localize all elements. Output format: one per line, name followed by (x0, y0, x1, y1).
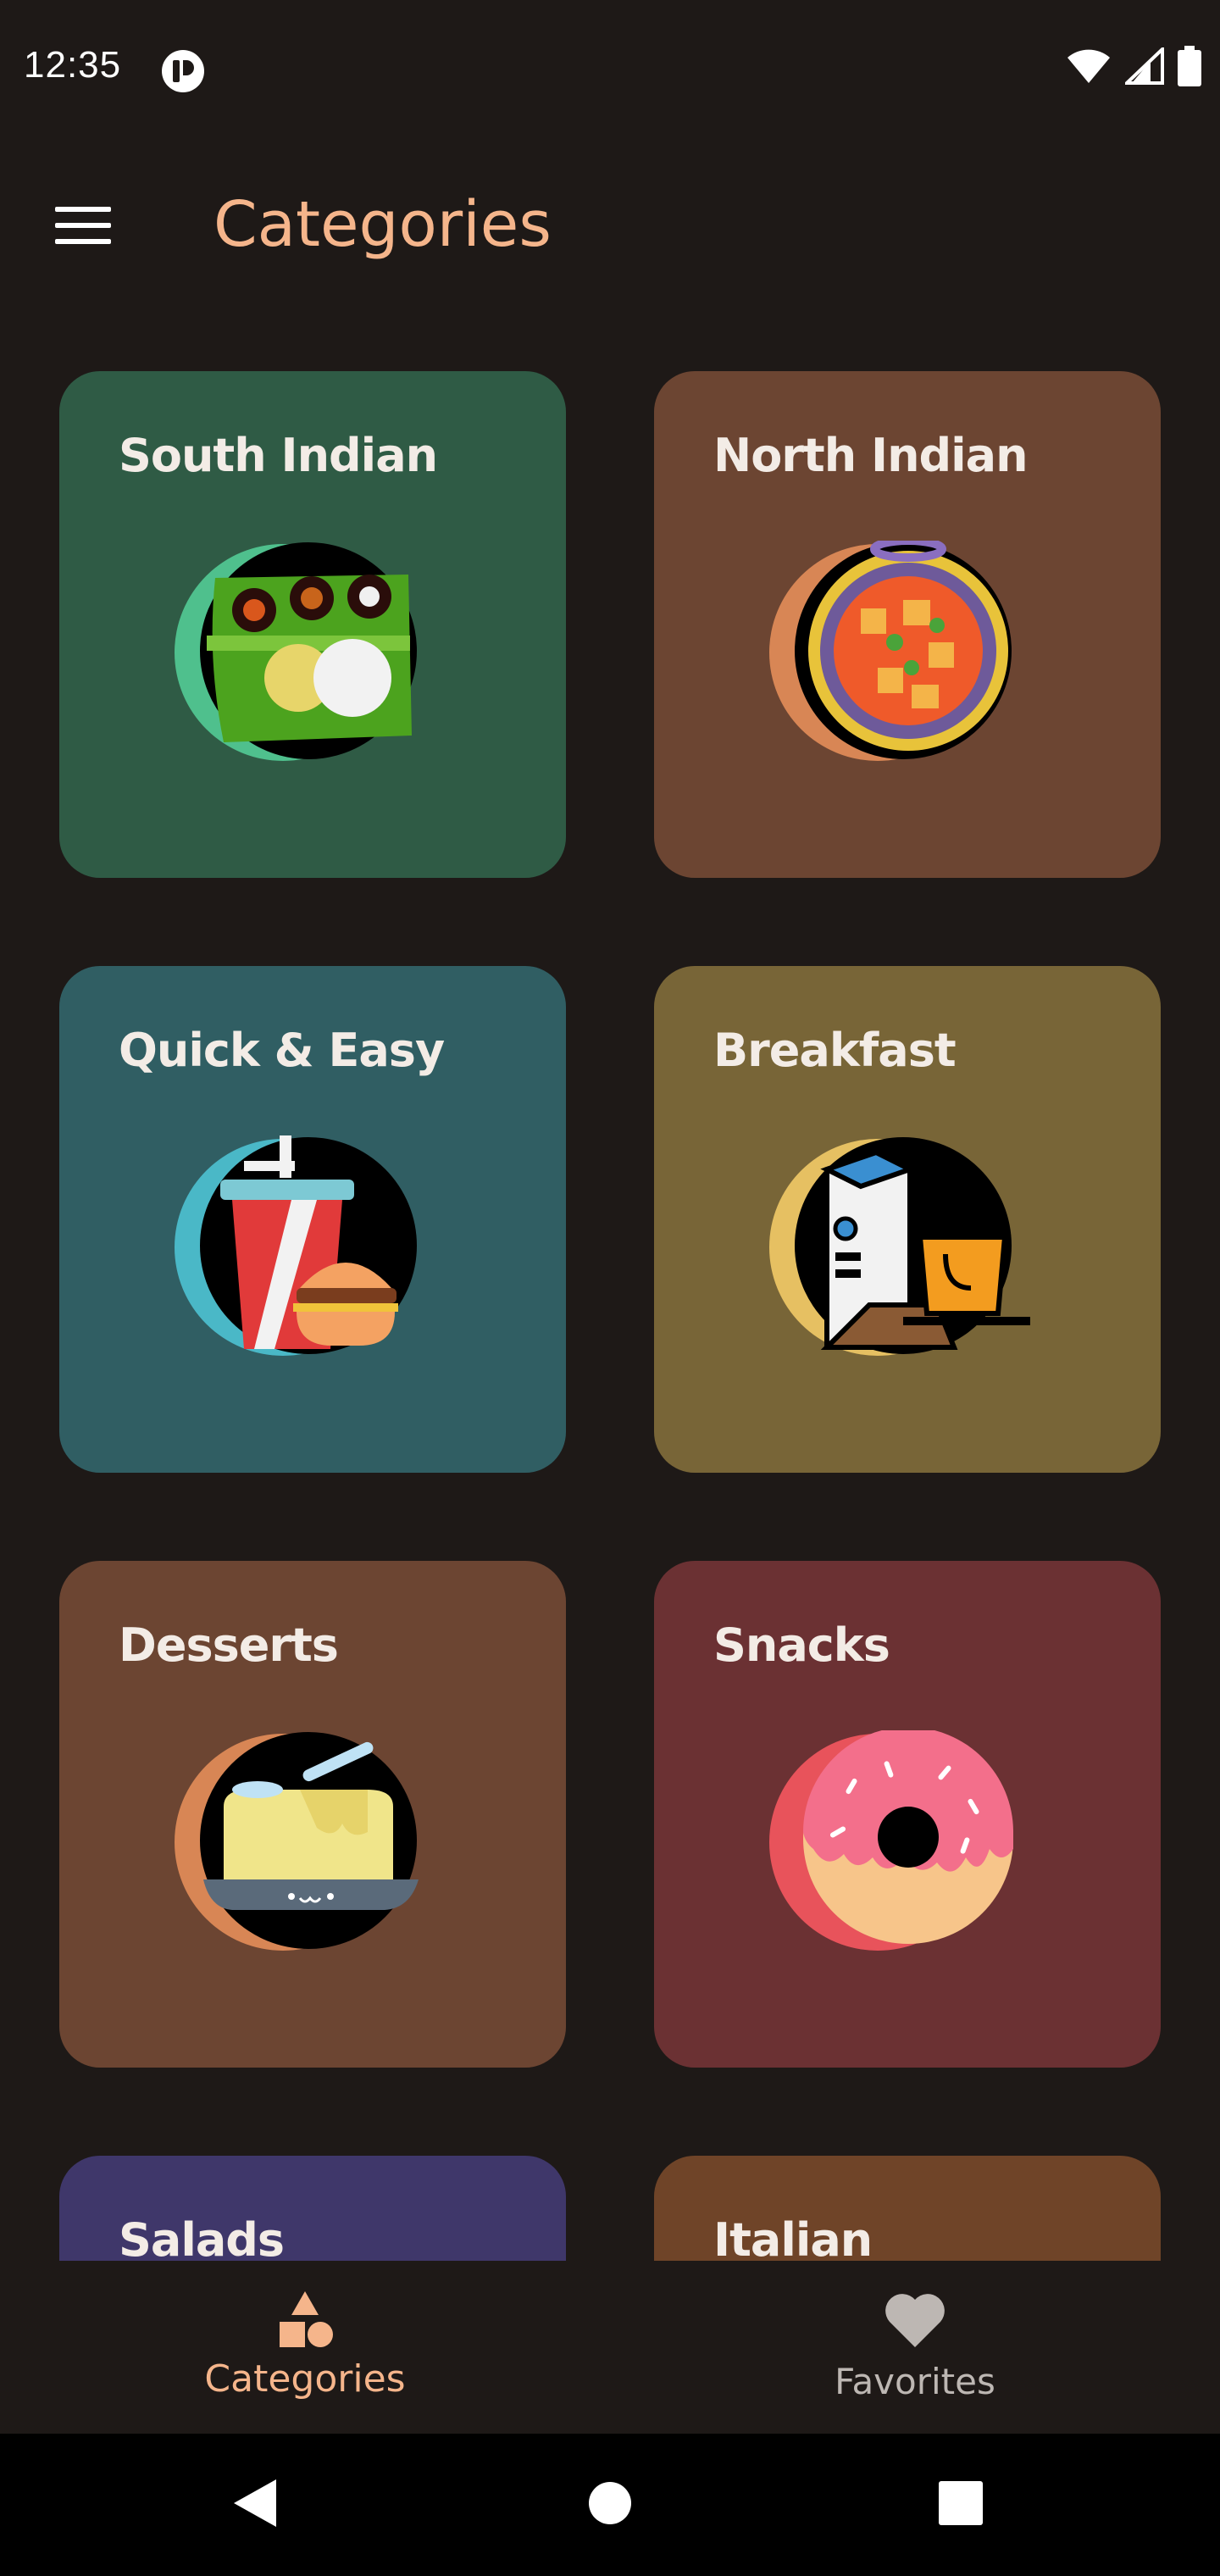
pudding-icon (175, 1732, 419, 1951)
milk-coffee-icon (769, 1137, 1030, 1356)
category-card-breakfast[interactable]: Breakfast (654, 966, 1161, 1473)
category-card-italian[interactable]: Italian (654, 2156, 1161, 2261)
donut-icon (769, 1730, 1013, 1951)
home-circle-icon (587, 2480, 633, 2530)
back-button[interactable] (212, 2462, 297, 2547)
category-title: South Indian (119, 429, 438, 482)
soda-burger-icon (175, 1135, 417, 1356)
category-title: Desserts (119, 1618, 339, 1672)
nav-label: Favorites (835, 2361, 995, 2402)
category-card-quick-easy[interactable]: Quick & Easy (59, 966, 566, 1473)
category-grid[interactable]: South Indian North Indian Quick & Easy B… (0, 314, 1220, 2261)
app-notification-icon (161, 49, 205, 93)
nav-item-favorites[interactable]: Favorites (610, 2261, 1220, 2434)
status-time: 12:35 (24, 44, 122, 86)
cellular-icon (1123, 45, 1164, 89)
battery-icon (1178, 46, 1201, 91)
shapes-icon (274, 2286, 336, 2354)
category-title: Italian (713, 2213, 873, 2261)
bottom-navigation: Categories Favorites (0, 2261, 1220, 2434)
menu-button[interactable] (42, 186, 124, 268)
nav-item-categories[interactable]: Categories (0, 2261, 610, 2434)
back-triangle-icon (230, 2478, 278, 2533)
page-title: Categories (214, 188, 552, 261)
nav-label: Categories (204, 2357, 406, 2401)
category-card-desserts[interactable]: Desserts (59, 1561, 566, 2068)
wifi-icon (1066, 47, 1112, 89)
status-bar: 12:35 (0, 0, 1220, 144)
category-title: Breakfast (713, 1024, 957, 1077)
banana-leaf-meal-icon (175, 542, 417, 761)
category-title: Snacks (713, 1618, 890, 1672)
category-card-south-indian[interactable]: South Indian (59, 371, 566, 878)
app-bar: Categories (0, 144, 1220, 314)
recents-button[interactable] (918, 2462, 1003, 2547)
heart-icon (883, 2286, 947, 2354)
system-navigation-bar (0, 2434, 1220, 2576)
recents-square-icon (939, 2480, 983, 2529)
category-card-north-indian[interactable]: North Indian (654, 371, 1161, 878)
curry-bowl-icon (769, 541, 1012, 761)
category-title: North Indian (713, 429, 1029, 482)
category-card-salads[interactable]: Salads (59, 2156, 566, 2261)
category-card-snacks[interactable]: Snacks (654, 1561, 1161, 2068)
hamburger-menu-icon (55, 205, 111, 250)
home-button[interactable] (568, 2462, 652, 2547)
category-title: Salads (119, 2213, 285, 2261)
category-title: Quick & Easy (119, 1024, 445, 1077)
